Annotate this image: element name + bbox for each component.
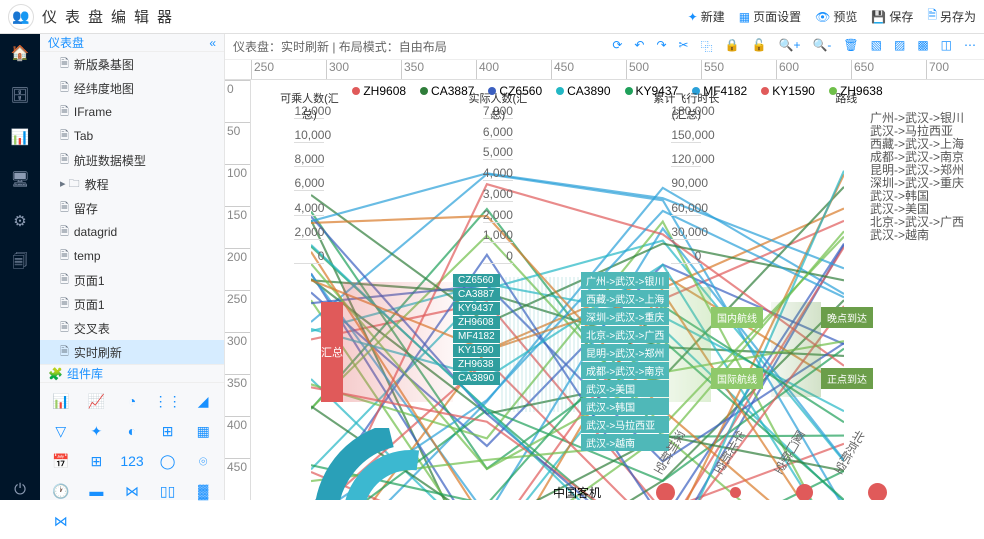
- tree-item[interactable]: 🗎页面1: [40, 268, 224, 292]
- sankey-chart: 汇总 CZ6560CA3887KY9437ZH9608MF4182KY1590Z…: [281, 272, 954, 422]
- save-button[interactable]: 💾保存: [871, 6, 913, 27]
- tool-delete-icon[interactable]: 🗑: [843, 38, 858, 55]
- tool-layer1-icon[interactable]: ▧: [871, 38, 882, 55]
- tool-layer4-icon[interactable]: ◫: [941, 38, 952, 55]
- comp-funnel-icon[interactable]: ▽: [46, 419, 76, 443]
- tree-item[interactable]: 🗎新版桑基图: [40, 52, 224, 76]
- sankey-source: 汇总: [321, 302, 343, 402]
- app-logo: 👥: [8, 4, 34, 30]
- comp-ring-icon[interactable]: ◯: [153, 449, 183, 473]
- comp-gauge-icon[interactable]: ◐: [117, 419, 147, 443]
- tree-item[interactable]: 🗎交叉表: [40, 316, 224, 340]
- comp-radar-icon[interactable]: ✦: [82, 419, 112, 443]
- nav-dashboard-icon[interactable]: 📊: [9, 126, 31, 148]
- collapse-icon[interactable]: «: [209, 36, 216, 50]
- comp-x1-icon[interactable]: ▬: [82, 479, 112, 503]
- tree-item[interactable]: ▸ 🗀教程: [40, 172, 224, 196]
- nav-document-icon[interactable]: 🗐: [9, 252, 31, 274]
- tool-more-icon[interactable]: ⋯: [964, 38, 976, 55]
- comp-calendar-icon[interactable]: 📅: [46, 449, 76, 473]
- comp-speed-icon[interactable]: ⌾: [188, 449, 218, 473]
- comp-area-icon[interactable]: ◢: [188, 389, 218, 413]
- tree-item[interactable]: 🗎页面1: [40, 292, 224, 316]
- tree-item[interactable]: 🗎实时刷新: [40, 340, 224, 364]
- tree-item[interactable]: 🗎留存: [40, 196, 224, 220]
- tree-item[interactable]: 🗎经纬度地图: [40, 76, 224, 100]
- comp-tree-icon[interactable]: ⊞: [153, 419, 183, 443]
- comp-x3-icon[interactable]: ▯▯: [153, 479, 183, 503]
- comp-heat-icon[interactable]: ▦: [188, 419, 218, 443]
- comp-scatter-icon[interactable]: ⋮⋮: [153, 389, 183, 413]
- tool-unlock-icon[interactable]: 🔓: [752, 38, 767, 55]
- component-library-header: 组件库: [67, 365, 103, 382]
- component-grid: 📊 📈 ◔ ⋮⋮ ◢ ▽ ✦ ◐ ⊞ ▦ 📅 ⊞ 123 ◯ ⌾ 🕐 ▬ ⋈ ▯…: [40, 383, 224, 539]
- nav-settings-icon[interactable]: ⚙: [9, 210, 31, 232]
- nav-database-icon[interactable]: 🗄: [9, 84, 31, 106]
- ruler-horizontal: 2503003504004505005506006507007508008509…: [225, 60, 984, 80]
- nav-monitor-icon[interactable]: 🖥: [9, 168, 31, 190]
- dashboard-tree: 🗎新版桑基图🗎经纬度地图🗎IFrame🗎Tab🗎航班数据模型▸ 🗀教程🗎留存🗎d…: [40, 52, 224, 364]
- tool-refresh-icon[interactable]: ⟳: [612, 38, 622, 55]
- preview-button[interactable]: 👁预览: [815, 6, 857, 27]
- new-button[interactable]: ✦新建: [688, 6, 725, 27]
- nav-home-icon[interactable]: 🏠: [9, 42, 31, 64]
- tool-lock-icon[interactable]: 🔒: [725, 38, 740, 55]
- comp-num-icon[interactable]: 123: [117, 449, 147, 473]
- comp-clock-icon[interactable]: 🕐: [46, 479, 76, 503]
- comp-x2-icon[interactable]: ⋈: [117, 479, 147, 503]
- breadcrumb: 仪表盘：实时刷新 | 布局模式：自由布局: [233, 38, 447, 55]
- comp-x4-icon[interactable]: ▓: [188, 479, 218, 503]
- app-title: 仪表盘编辑器: [42, 6, 180, 27]
- canvas-toolbar: ⟳ ↶ ↷ ✂ ⿻ 🔒 🔓 🔍+ 🔍- 🗑 ▧ ▨ ▩ ◫ ⋯: [612, 38, 976, 55]
- tree-item[interactable]: 🗎航班数据模型: [40, 148, 224, 172]
- tool-layer3-icon[interactable]: ▩: [917, 38, 928, 55]
- save-as-button[interactable]: 🗎另存为: [927, 6, 976, 27]
- tool-zoomout-icon[interactable]: 🔍-: [812, 38, 831, 55]
- puzzle-icon: 🧩: [48, 367, 63, 381]
- tool-zoomin-icon[interactable]: 🔍+: [779, 38, 801, 55]
- comp-table-icon[interactable]: ⊞: [82, 449, 112, 473]
- tool-undo-icon[interactable]: ↶: [634, 38, 644, 55]
- sidebar-header: 仪表盘: [48, 34, 84, 51]
- comp-pie-icon[interactable]: ◔: [117, 389, 147, 413]
- chart-legend: ZH9608CA3887CZ6560CA3890KY9437MF4182KY15…: [251, 80, 984, 102]
- tree-item[interactable]: 🗎Tab: [40, 124, 224, 148]
- canvas[interactable]: ZH9608CA3887CZ6560CA3890KY9437MF4182KY15…: [251, 80, 984, 500]
- comp-x5-icon[interactable]: ⋈: [46, 509, 76, 533]
- gauge-chart: 入境 (118660): [281, 428, 541, 500]
- tool-layer2-icon[interactable]: ▨: [894, 38, 905, 55]
- tree-item[interactable]: 🗎temp: [40, 244, 224, 268]
- tool-copy-icon[interactable]: ⿻: [701, 38, 713, 55]
- comp-line-icon[interactable]: 📈: [82, 389, 112, 413]
- bubble-chart: 深圳航空华北航空厦门航空北京航空中国客机: [541, 428, 954, 500]
- parallel-chart: 可乘人数(汇总)12,00010,0008,0006,0004,0002,000…: [281, 104, 954, 264]
- tool-cut-icon[interactable]: ✂: [679, 38, 689, 55]
- comp-bar-icon[interactable]: 📊: [46, 389, 76, 413]
- tool-redo-icon[interactable]: ↷: [656, 38, 666, 55]
- tree-item[interactable]: 🗎IFrame: [40, 100, 224, 124]
- left-nav: 🏠 🗄 📊 🖥 ⚙ 🗐 ⏻: [0, 34, 40, 500]
- tree-item[interactable]: 🗎datagrid: [40, 220, 224, 244]
- ruler-vertical: 050100150200250300350400450: [225, 80, 251, 500]
- page-settings-button[interactable]: ▦页面设置: [739, 6, 801, 27]
- nav-power-icon[interactable]: ⏻: [9, 478, 31, 500]
